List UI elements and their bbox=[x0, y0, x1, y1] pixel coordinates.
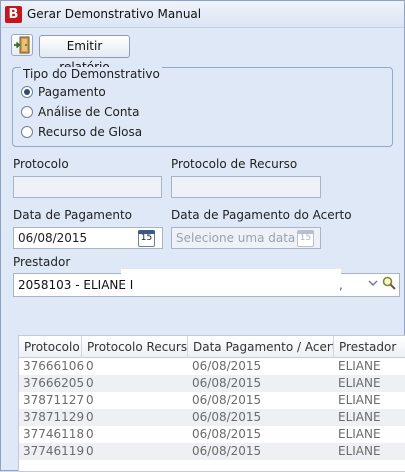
protocolo-recurso-label: Protocolo de Recurso bbox=[171, 157, 298, 171]
cell-data: 06/08/2015 bbox=[192, 444, 262, 458]
column-header-protocolo[interactable]: Protocolo bbox=[19, 336, 82, 358]
protocolo-label: Protocolo bbox=[13, 157, 69, 171]
cell-protocolo: 37871129 bbox=[23, 410, 85, 424]
calendar-icon[interactable]: 15 bbox=[138, 230, 155, 247]
protocolo-recurso-input[interactable] bbox=[171, 176, 321, 198]
table-row[interactable]: 37666106 0 06/08/2015 ELIANE bbox=[19, 358, 405, 375]
radio-label: Recurso de Glosa bbox=[38, 125, 143, 139]
tipo-demonstrativo-legend: Tipo do Demonstrativo bbox=[21, 67, 162, 81]
cell-protocolo: 37746118 bbox=[23, 427, 85, 441]
app-logo-icon: B bbox=[5, 6, 22, 23]
cell-protocolo: 37666106 bbox=[23, 359, 85, 373]
cell-protocolo-recurso: 0 bbox=[86, 376, 94, 390]
radio-unselected-icon[interactable] bbox=[21, 126, 33, 138]
chevron-down-icon[interactable] bbox=[368, 278, 378, 290]
radio-pagamento[interactable]: Pagamento bbox=[21, 84, 106, 100]
protocolo-input[interactable] bbox=[13, 176, 162, 198]
window-title: Gerar Demonstrativo Manual bbox=[27, 7, 202, 21]
radio-analise-de-conta[interactable]: Análise de Conta bbox=[21, 104, 139, 120]
cell-data: 06/08/2015 bbox=[192, 410, 262, 424]
cell-data: 06/08/2015 bbox=[192, 393, 262, 407]
table-row[interactable]: 37666205 0 06/08/2015 ELIANE bbox=[19, 375, 405, 392]
prestador-label: Prestador bbox=[13, 255, 71, 269]
exit-door-icon[interactable] bbox=[11, 34, 33, 56]
cell-prestador: ELIANE bbox=[338, 376, 381, 390]
table-header: Protocolo Protocolo Recurso Data Pagamen… bbox=[19, 336, 405, 358]
search-icon[interactable] bbox=[382, 276, 396, 290]
cell-protocolo-recurso: 0 bbox=[86, 393, 94, 407]
prestador-trailing-dot: , bbox=[339, 278, 343, 292]
table-row[interactable]: 37871129 0 06/08/2015 ELIANE bbox=[19, 409, 405, 426]
data-pagamento-value: 06/08/2015 bbox=[18, 231, 88, 245]
title-bar: B Gerar Demonstrativo Manual bbox=[1, 1, 404, 28]
table-row[interactable]: 37871127 0 06/08/2015 ELIANE bbox=[19, 392, 405, 409]
column-header-data-pagamento[interactable]: Data Pagamento / Acerto bbox=[188, 336, 334, 358]
cell-data: 06/08/2015 bbox=[192, 376, 262, 390]
redaction-mask bbox=[121, 269, 341, 292]
data-acerto-placeholder: Selecione uma data bbox=[176, 231, 296, 245]
calendar-disabled-icon: 15 bbox=[297, 230, 314, 247]
radio-selected-icon[interactable] bbox=[21, 86, 33, 98]
column-header-prestador[interactable]: Prestador bbox=[334, 336, 405, 358]
cell-data: 06/08/2015 bbox=[192, 359, 262, 373]
cell-prestador: ELIANE bbox=[338, 359, 381, 373]
cell-data: 06/08/2015 bbox=[192, 427, 262, 441]
cell-protocolo: 37666205 bbox=[23, 376, 85, 390]
cell-prestador: ELIANE bbox=[338, 427, 381, 441]
cell-prestador: ELIANE bbox=[338, 444, 381, 458]
demonstrativo-table: Protocolo Protocolo Recurso Data Pagamen… bbox=[18, 335, 405, 472]
table-row[interactable]: 37746119 0 06/08/2015 ELIANE bbox=[19, 443, 405, 460]
radio-unselected-icon[interactable] bbox=[21, 106, 33, 118]
cell-prestador: ELIANE bbox=[338, 393, 381, 407]
cell-protocolo-recurso: 0 bbox=[86, 410, 94, 424]
data-pagamento-label: Data de Pagamento bbox=[13, 208, 133, 222]
radio-label: Pagamento bbox=[38, 85, 106, 99]
radio-label: Análise de Conta bbox=[38, 105, 140, 119]
radio-recurso-de-glosa[interactable]: Recurso de Glosa bbox=[21, 124, 142, 140]
cell-protocolo: 37871127 bbox=[23, 393, 85, 407]
cell-prestador: ELIANE bbox=[338, 410, 381, 424]
column-header-protocolo-recurso[interactable]: Protocolo Recurso bbox=[82, 336, 188, 358]
cell-protocolo: 37746119 bbox=[23, 444, 85, 458]
prestador-value: 2058103 - ELIANE I bbox=[18, 278, 134, 292]
cell-protocolo-recurso: 0 bbox=[86, 444, 94, 458]
window: B Gerar Demonstrativo Manual Emitir rela… bbox=[0, 0, 405, 472]
cell-protocolo-recurso: 0 bbox=[86, 359, 94, 373]
emit-report-button[interactable]: Emitir relatório bbox=[39, 35, 130, 74]
cell-protocolo-recurso: 0 bbox=[86, 427, 94, 441]
table-row[interactable]: 37746118 0 06/08/2015 ELIANE bbox=[19, 426, 405, 443]
data-acerto-label: Data de Pagamento do Acerto bbox=[171, 208, 352, 222]
